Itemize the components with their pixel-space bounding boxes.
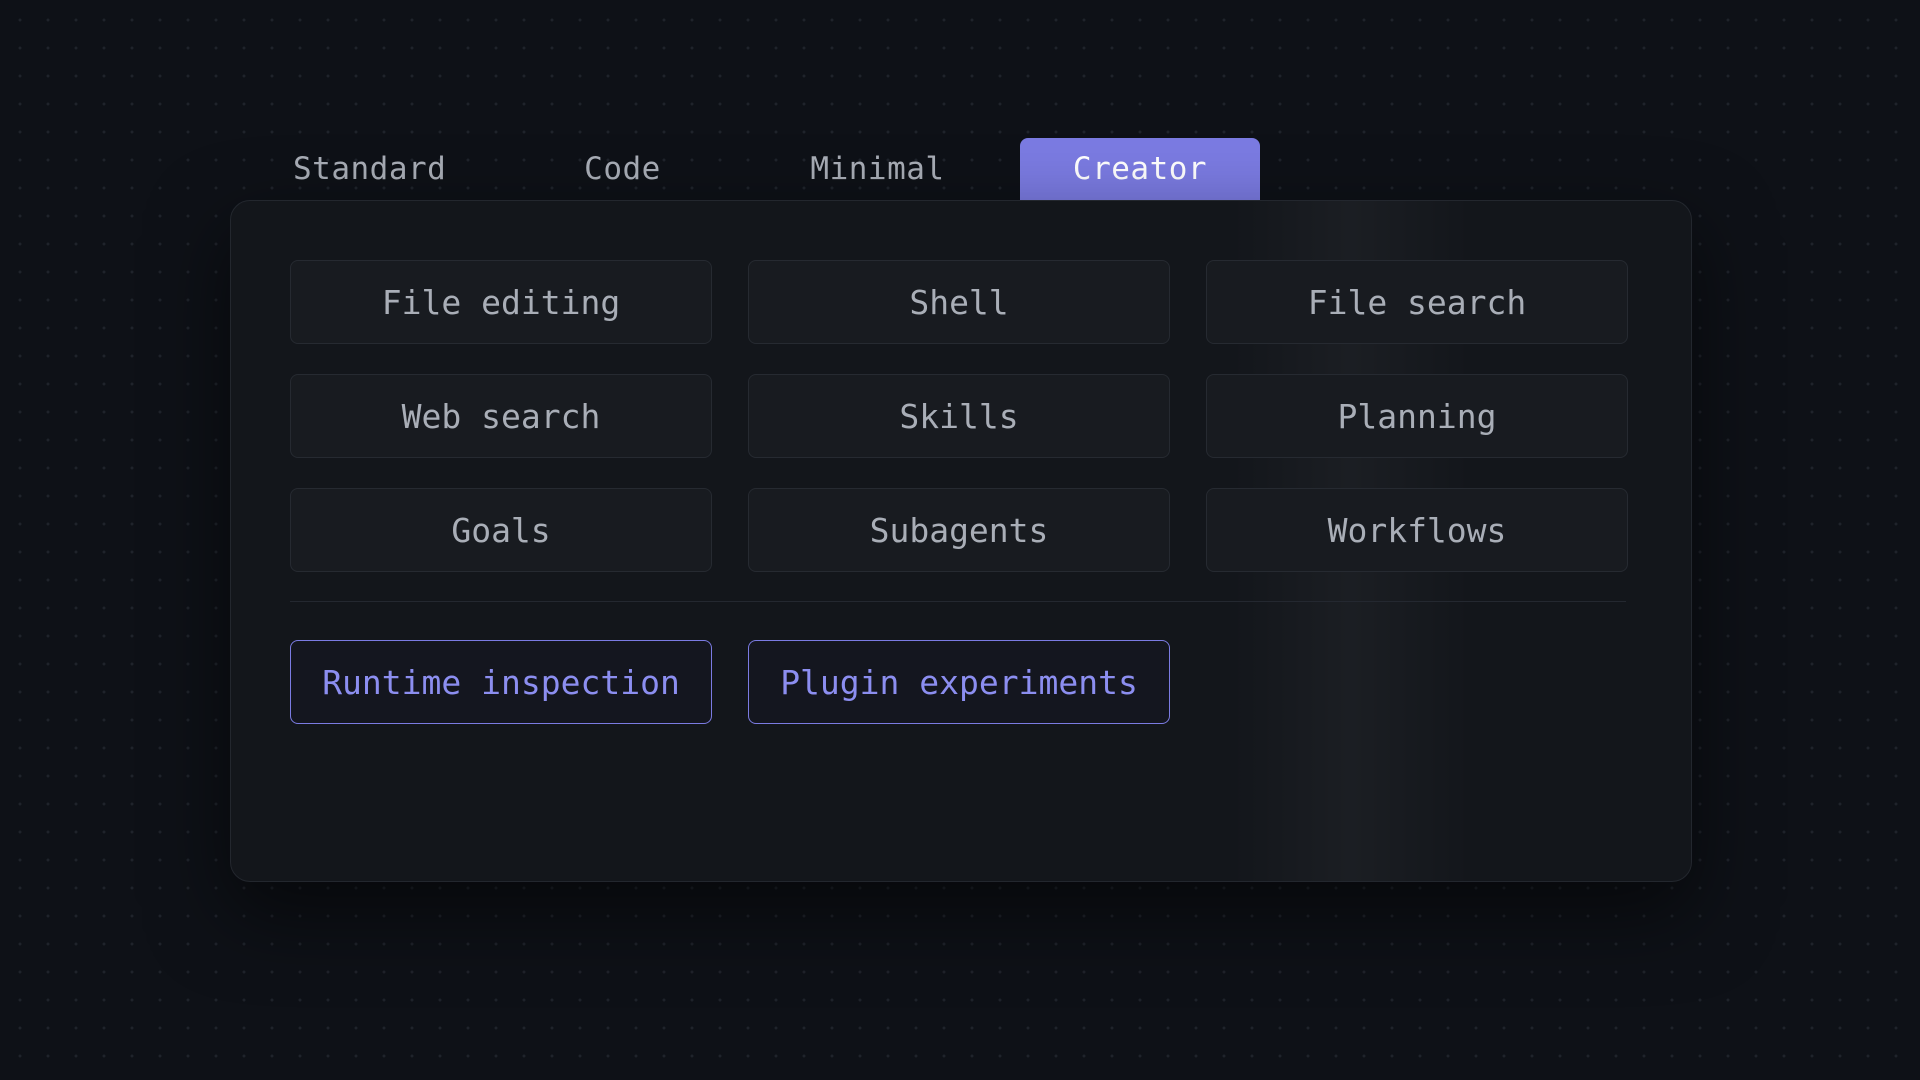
capability-planning[interactable]: Planning [1206, 374, 1628, 458]
capability-file-editing[interactable]: File editing [290, 260, 712, 344]
capability-grid: File editing Shell File search Web searc… [290, 260, 1628, 572]
section-divider [290, 601, 1626, 602]
capability-web-search[interactable]: Web search [290, 374, 712, 458]
capability-skills[interactable]: Skills [748, 374, 1170, 458]
capability-goals[interactable]: Goals [290, 488, 712, 572]
creator-extras: Runtime inspection Plugin experiments [290, 640, 1170, 724]
capability-shell[interactable]: Shell [748, 260, 1170, 344]
preset-tabs: Standard Code Minimal Creator [230, 138, 1260, 200]
capabilities-panel: File editing Shell File search Web searc… [230, 200, 1692, 882]
tab-standard[interactable]: Standard [230, 138, 510, 200]
extra-runtime-inspection[interactable]: Runtime inspection [290, 640, 712, 724]
tab-code[interactable]: Code [510, 138, 735, 200]
tab-creator[interactable]: Creator [1020, 138, 1260, 200]
capability-workflows[interactable]: Workflows [1206, 488, 1628, 572]
extra-plugin-experiments[interactable]: Plugin experiments [748, 640, 1170, 724]
capability-file-search[interactable]: File search [1206, 260, 1628, 344]
capability-subagents[interactable]: Subagents [748, 488, 1170, 572]
tab-minimal[interactable]: Minimal [735, 138, 1020, 200]
